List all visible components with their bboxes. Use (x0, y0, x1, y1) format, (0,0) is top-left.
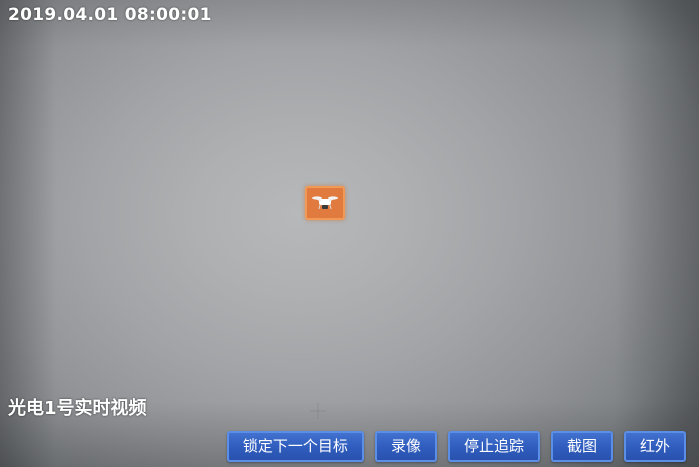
video-viewport: 2019.04.01 08:00:01 光电1号实时视频 锁定下一个目标 录像 … (0, 0, 699, 467)
screenshot-button[interactable]: 截图 (550, 431, 613, 462)
stop-tracking-button[interactable]: 停止追踪 (447, 431, 540, 462)
record-button[interactable]: 录像 (374, 431, 437, 462)
lock-next-target-button[interactable]: 锁定下一个目标 (226, 431, 364, 462)
camera-label: 光电1号实时视频 (8, 398, 147, 419)
crosshair-icon (310, 403, 326, 419)
video-timestamp: 2019.04.01 08:00:01 (8, 5, 212, 25)
infrared-button[interactable]: 红外 (623, 431, 686, 462)
drone-icon (312, 196, 338, 210)
video-toolbar: 锁定下一个目标 录像 停止追踪 截图 红外 (226, 431, 686, 462)
tracked-target-box[interactable] (305, 186, 345, 220)
